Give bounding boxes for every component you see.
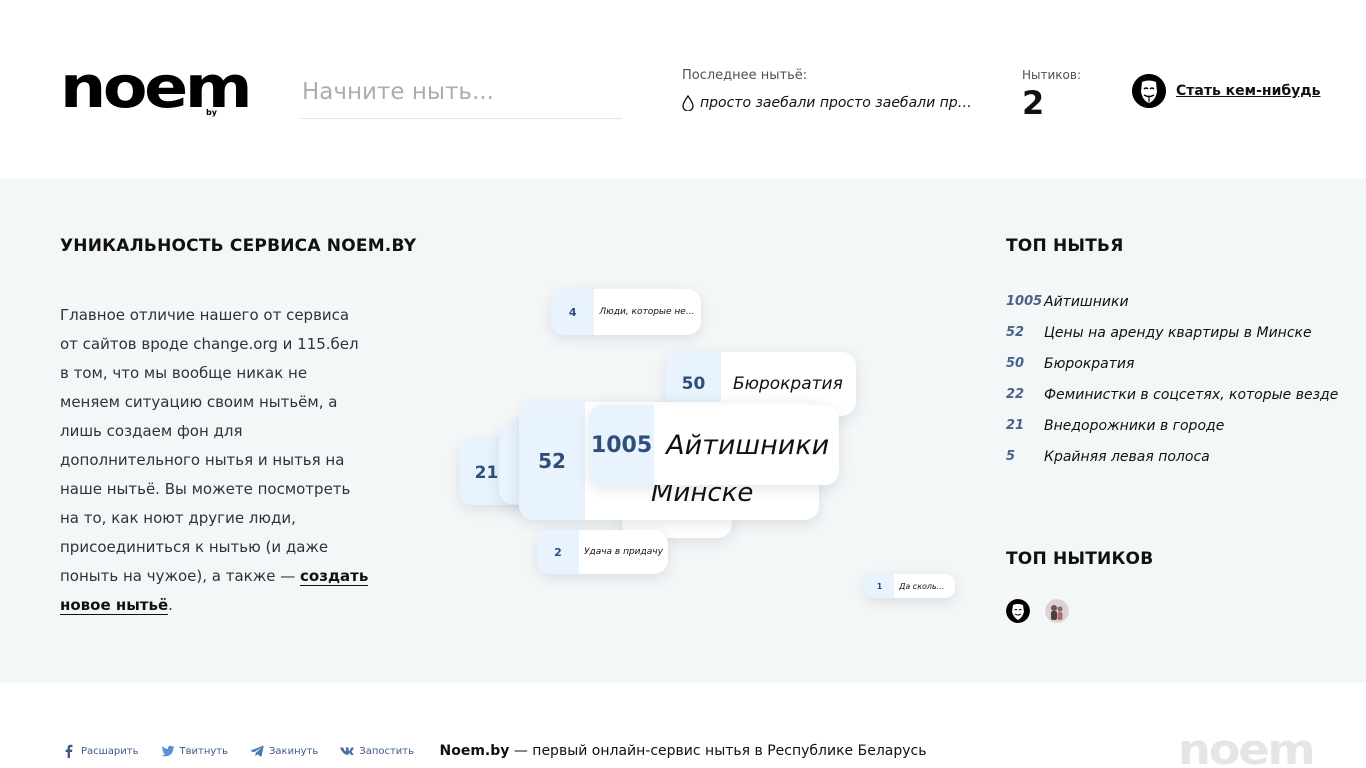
about-text-end: . — [168, 596, 173, 614]
top-whine-title: Феминистки в соцсетях, которые везде — [1044, 386, 1339, 403]
logo-text: noem — [60, 53, 253, 121]
top-whine-item[interactable]: 5 Крайняя левая полоса — [1006, 441, 1346, 472]
top-whine-count: 50 — [1006, 356, 1025, 371]
search-box — [300, 70, 622, 119]
user-avatar-photo[interactable] — [1045, 599, 1069, 623]
top-whine-title: Цены на аренду квартиры в Минске — [1044, 324, 1312, 341]
header: noem by Последнее нытьё: просто заебали … — [0, 0, 1366, 179]
last-whine-row[interactable]: просто заебали просто заебали прост... — [682, 95, 992, 111]
cloud-card-label: Да сколь... — [899, 581, 945, 591]
last-whine-text: просто заебали просто заебали прост... — [700, 95, 980, 111]
top-whine-count: 21 — [1006, 418, 1025, 433]
footer-tagline: Noem.by — первый онлайн-сервис нытья в Р… — [0, 743, 1366, 759]
cloud-card-count: 1 — [865, 574, 895, 598]
cloud-card-label: Люди, которые не... — [599, 307, 695, 317]
top-whine-item[interactable]: 1005 Айтишники — [1006, 286, 1346, 317]
cloud-card-count: 1005 — [589, 405, 655, 485]
whiners-count-label: Нытиков: — [1022, 68, 1081, 82]
footer-brand: Noem.by — [439, 743, 510, 759]
cloud-card[interactable]: 2 Удача в придачу — [537, 530, 668, 574]
top-whine-item[interactable]: 50 Бюрократия — [1006, 348, 1346, 379]
top-whine-count: 52 — [1006, 325, 1025, 340]
last-whine-label: Последнее нытьё: — [682, 68, 808, 83]
cloud-card[interactable]: 4 Люди, которые не... — [551, 289, 701, 335]
logo-sub: by — [206, 108, 217, 117]
top-whine-item[interactable]: 52 Цены на аренду квартиры в Минске — [1006, 317, 1346, 348]
top-whine-title: Бюрократия — [1044, 355, 1135, 372]
cloud-card-label: Айтишники — [666, 429, 830, 461]
top-whine-count: 1005 — [1006, 294, 1043, 309]
user-avatar-mask[interactable] — [1006, 599, 1030, 623]
main-section: УНИКАЛЬНОСТЬ СЕРВИСА NOEM.BY Главное отл… — [0, 179, 1366, 683]
top-whine-count: 5 — [1006, 449, 1016, 464]
top-whines-title: ТОП НЫТЬЯ — [1006, 236, 1124, 256]
cloud-card[interactable]: 1 Да сколь... — [865, 574, 955, 598]
top-whine-count: 22 — [1006, 387, 1025, 402]
logo[interactable]: noem by — [60, 58, 253, 124]
top-whine-item[interactable]: 22 Феминистки в соцсетях, которые везде — [1006, 379, 1346, 410]
top-whines-list: 1005 Айтишники 52 Цены на аренду квартиры … — [1006, 286, 1346, 472]
top-whine-title: Внедорожники в городе — [1044, 417, 1225, 434]
drop-icon — [682, 95, 694, 111]
about-title: УНИКАЛЬНОСТЬ СЕРВИСА NOEM.BY — [60, 236, 417, 256]
top-whiners-list — [1006, 599, 1069, 623]
last-whine: Последнее нытьё: просто заебали просто з… — [682, 68, 992, 111]
about-text-body: Главное отличие нашего от сервиса от сай… — [60, 306, 359, 585]
cloud-card-count: 2 — [537, 530, 579, 574]
footer-tagline-text: — первый онлайн-сервис нытья в Республик… — [509, 743, 927, 759]
top-whiners-title: ТОП НЫТИКОВ — [1006, 549, 1154, 569]
cloud-card-count: 52 — [519, 402, 585, 520]
whiners-count: Нытиков: 2 — [1022, 68, 1081, 120]
whiners-count-value: 2 — [1022, 84, 1045, 122]
top-whine-title: Айтишники — [1044, 293, 1129, 310]
top-whine-title: Крайняя левая полоса — [1044, 448, 1210, 465]
about-text: Главное отличие нашего от сервиса от сай… — [60, 301, 370, 620]
cloud-card-label: Удача в придачу — [583, 547, 663, 557]
footer-logo[interactable]: noem — [1178, 729, 1316, 768]
mask-avatar-icon — [1132, 74, 1166, 108]
search-input[interactable] — [300, 70, 622, 114]
become-someone[interactable]: Стать кем-нибудь — [1132, 74, 1320, 108]
whine-cloud: 4 Люди, которые не... 50 Бюрократия 21 2… — [455, 284, 965, 604]
footer: Расшарить Твитнуть Закинуть Запостить No… — [0, 683, 1366, 768]
cloud-card-count: 4 — [551, 289, 595, 335]
become-someone-link[interactable]: Стать кем-нибудь — [1176, 83, 1320, 99]
top-whine-item[interactable]: 21 Внедорожники в городе — [1006, 410, 1346, 441]
cloud-card[interactable]: 1005 Айтишники — [589, 405, 839, 485]
